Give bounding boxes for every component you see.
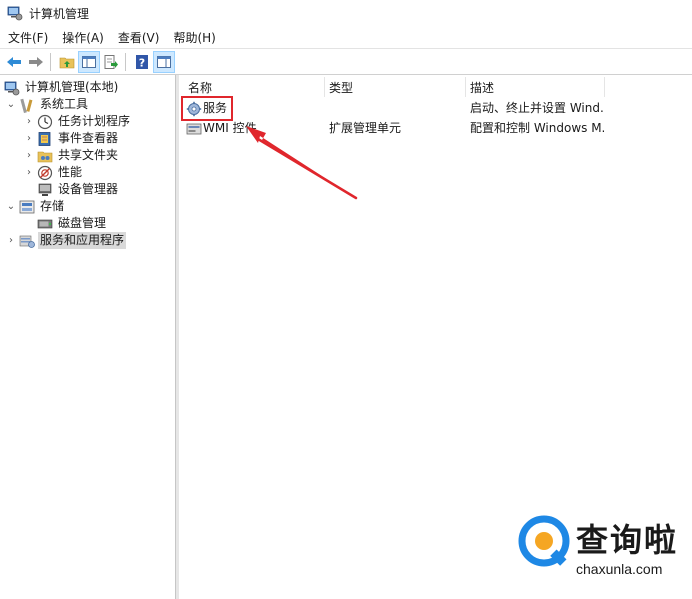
column-header-name[interactable]: 名称 <box>188 79 212 97</box>
show-hide-action-pane-icon <box>157 55 171 68</box>
tree-label-system-tools: 系统工具 <box>40 97 89 111</box>
watermark-brand: 查询啦 <box>576 521 679 559</box>
chevron-down-icon[interactable]: ⌄ <box>6 99 16 110</box>
tree-item-performance[interactable]: › 性能 <box>24 164 84 181</box>
services-and-applications-icon <box>19 235 35 248</box>
tree-item-storage[interactable]: ⌄ 存储 <box>6 198 66 215</box>
tree-label-task-scheduler: 任务计划程序 <box>58 114 131 128</box>
menu-bar: 文件(F) 操作(A) 查看(V) 帮助(H) <box>0 28 692 48</box>
event-viewer-icon <box>38 131 51 146</box>
tree-item-disk-management[interactable]: 磁盘管理 <box>37 215 108 232</box>
chevron-right-icon[interactable]: › <box>24 116 34 127</box>
svg-text:?: ? <box>139 56 145 69</box>
help-button[interactable]: ? <box>132 52 152 72</box>
shared-folder-icon <box>37 151 53 162</box>
show-hide-tree-icon <box>82 55 96 68</box>
tree-item-event-viewer[interactable]: › 事件查看器 <box>24 130 120 147</box>
column-divider[interactable] <box>324 77 325 97</box>
watermark-logo-icon <box>518 515 570 567</box>
wmi-control-icon <box>186 123 202 135</box>
toolbar-separator <box>50 52 51 71</box>
help-icon: ? <box>136 54 148 69</box>
tree-label-event-viewer: 事件查看器 <box>58 131 119 145</box>
watermark-url: chaxunla.com <box>576 561 663 577</box>
tree-label-shared-folders: 共享文件夹 <box>58 148 119 162</box>
tree-label-device-manager: 设备管理器 <box>58 182 119 196</box>
tree-label-services-and-applications: 服务和应用程序 <box>38 232 127 249</box>
device-manager-icon <box>38 183 52 196</box>
row-type: 扩展管理单元 <box>329 121 402 135</box>
watermark: 查询啦 chaxunla.com <box>518 515 688 595</box>
tree-label-disk-management: 磁盘管理 <box>58 216 107 230</box>
tree-item-shared-folders[interactable]: › 共享文件夹 <box>24 147 120 164</box>
tree-item-services-and-applications[interactable]: › 服务和应用程序 <box>6 232 127 249</box>
navigation-tree[interactable]: 计算机管理(本地) ⌄ 系统工具 › 任务计划程序 › 事件查看器 › 共享文件… <box>0 75 176 599</box>
export-list-button[interactable] <box>101 52 121 72</box>
column-divider[interactable] <box>604 77 605 97</box>
row-type <box>329 99 459 118</box>
forward-button[interactable] <box>26 52 46 72</box>
chevron-right-icon[interactable]: › <box>24 133 34 144</box>
back-icon <box>7 56 21 67</box>
clock-icon <box>37 114 53 129</box>
tree-label-performance: 性能 <box>58 165 83 179</box>
toolbar-separator <box>125 52 126 71</box>
tree-item-system-tools[interactable]: ⌄ 系统工具 <box>6 96 90 113</box>
toolbar: ? <box>0 48 692 75</box>
storage-icon <box>19 200 35 213</box>
forward-icon <box>29 56 43 67</box>
up-one-level-button[interactable] <box>57 52 77 72</box>
row-description: 启动、终止并设置 Wind... <box>470 101 604 115</box>
chevron-right-icon[interactable]: › <box>24 150 34 161</box>
computer-management-icon <box>4 81 20 95</box>
row-name: WMI 控件 <box>203 121 257 135</box>
tree-item-task-scheduler[interactable]: › 任务计划程序 <box>24 113 132 130</box>
column-header-description[interactable]: 描述 <box>470 79 494 97</box>
chevron-right-icon[interactable]: › <box>6 235 16 246</box>
list-row-wmi-control[interactable]: WMI 控件 扩展管理单元 配置和控制 Windows M... <box>180 119 692 138</box>
chevron-down-icon[interactable]: ⌄ <box>6 201 16 212</box>
column-header-type[interactable]: 类型 <box>329 79 353 97</box>
tree-label-root: 计算机管理(本地) <box>25 80 119 94</box>
tools-icon <box>20 98 33 113</box>
tree-label-storage: 存储 <box>40 199 65 213</box>
menu-action[interactable]: 操作(A) <box>55 28 111 48</box>
menu-file[interactable]: 文件(F) <box>0 28 55 48</box>
export-list-icon <box>104 54 118 69</box>
chevron-right-icon[interactable]: › <box>24 167 34 178</box>
menu-help[interactable]: 帮助(H) <box>166 28 222 48</box>
show-hide-tree-button[interactable] <box>78 50 100 73</box>
show-hide-action-pane-button[interactable] <box>153 50 175 73</box>
annotation-highlight-box <box>181 96 233 121</box>
list-row-services[interactable]: 服务 启动、终止并设置 Wind... <box>180 99 692 118</box>
tree-item-device-manager[interactable]: 设备管理器 <box>37 181 120 198</box>
menu-view[interactable]: 查看(V) <box>111 28 167 48</box>
pane-splitter[interactable] <box>176 75 179 599</box>
disk-management-icon <box>37 219 53 228</box>
computer-management-icon <box>7 6 23 21</box>
back-button[interactable] <box>4 52 24 72</box>
performance-icon <box>37 165 53 180</box>
title-bar: 计算机管理 <box>0 0 692 26</box>
row-description: 配置和控制 Windows M... <box>470 121 604 135</box>
window-title: 计算机管理 <box>29 6 90 21</box>
up-folder-icon <box>59 57 75 68</box>
tree-item-root[interactable]: 计算机管理(本地) <box>4 79 120 96</box>
column-divider[interactable] <box>465 77 466 97</box>
